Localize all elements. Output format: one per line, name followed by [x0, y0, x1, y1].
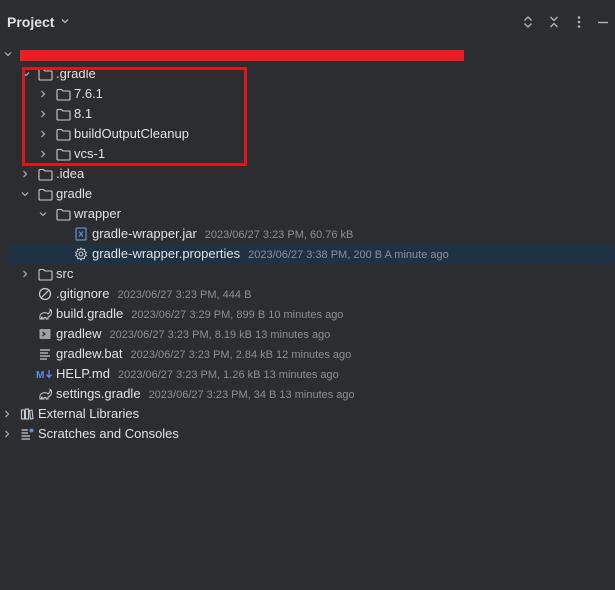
tool-window-header: Project [0, 0, 615, 46]
ignore-icon [37, 286, 53, 302]
tree-row-wrapper-jar[interactable]: gradle-wrapper.jar 2023/06/27 3:23 PM, 60… [0, 224, 615, 244]
tree-row-wrapper[interactable]: wrapper [0, 204, 615, 224]
chevron-down-icon[interactable] [2, 44, 14, 64]
tree-row-help-md[interactable]: M HELP.md 2023/06/27 3:23 PM, 1.26 kB 13 … [0, 364, 615, 384]
tree-row-scratches[interactable]: Scratches and Consoles [0, 424, 615, 444]
file-meta: 2023/06/27 3:38 PM, 200 B A minute ago [248, 249, 449, 261]
gradle-icon [37, 306, 53, 322]
folder-icon [37, 166, 53, 182]
tree-row-external-libraries[interactable]: External Libraries [0, 404, 615, 424]
tree-row-settings-gradle[interactable]: settings.gradle 2023/06/27 3:23 PM, 34 B … [0, 384, 615, 404]
chevron-right-icon[interactable] [1, 424, 13, 444]
chevron-down-icon[interactable] [37, 204, 49, 224]
tree-label: gradle-wrapper.jar [92, 226, 197, 241]
gradle-icon [37, 386, 53, 402]
file-meta: 2023/06/27 3:23 PM, 60.76 kB [204, 229, 354, 241]
file-meta: 2023/06/27 3:23 PM, 444 B [117, 289, 252, 301]
file-meta: 2023/06/27 3:23 PM, 34 B 13 minutes ago [148, 389, 355, 401]
tree-label: wrapper [74, 206, 121, 221]
redaction-bar [20, 50, 464, 61]
tree-label: External Libraries [38, 406, 140, 421]
library-icon [19, 406, 35, 422]
chevron-right-icon[interactable] [19, 264, 31, 284]
annotation-highlight-box [22, 67, 247, 166]
tree-label: settings.gradle [56, 386, 141, 401]
file-meta: 2023/06/27 3:29 PM, 899 B 10 minutes ago [131, 309, 344, 321]
file-meta: 2023/06/27 3:23 PM, 1.26 kB 13 minutes a… [117, 369, 339, 381]
tree-row-src[interactable]: src [0, 264, 615, 284]
jar-icon [73, 226, 89, 242]
file-meta: 2023/06/27 3:23 PM, 2.84 kB 12 minutes a… [130, 349, 352, 361]
gear-icon [73, 246, 89, 262]
tree-label: gradle [56, 186, 93, 201]
text-file-icon [37, 346, 53, 362]
chevron-down-icon[interactable] [19, 184, 31, 204]
tree-label: .idea [56, 166, 85, 181]
tree-label: Scratches and Consoles [38, 426, 179, 441]
tree-label: gradle-wrapper.properties [92, 246, 241, 261]
tree-label: HELP.md [56, 366, 110, 381]
tree-row-gradlew[interactable]: gradlew 2023/06/27 3:23 PM, 8.19 kB 13 mi… [0, 324, 615, 344]
tree-label: build.gradle [56, 306, 124, 321]
tree-row-gradle[interactable]: gradle [0, 184, 615, 204]
tree-row-gitignore[interactable]: .gitignore 2023/06/27 3:23 PM, 444 B [0, 284, 615, 304]
svg-text:M: M [36, 370, 44, 380]
tree-label: gradlew.bat [56, 346, 123, 361]
tree-label: src [56, 266, 74, 281]
folder-icon [55, 206, 71, 222]
chevron-down-icon [60, 16, 70, 29]
expand-collapse-icon[interactable] [520, 14, 536, 30]
tree-row-idea[interactable]: .idea [0, 164, 615, 184]
scratches-icon [19, 426, 35, 442]
project-view-selector[interactable]: Project [7, 14, 70, 30]
chevron-right-icon[interactable] [1, 404, 13, 424]
folder-icon [37, 186, 53, 202]
file-meta: 2023/06/27 3:23 PM, 8.19 kB 13 minutes a… [109, 329, 331, 341]
tree-row-wrapper-properties[interactable]: gradle-wrapper.properties 2023/06/27 3:38… [8, 244, 615, 264]
tree-row-build-gradle[interactable]: build.gradle 2023/06/27 3:29 PM, 899 B 10… [0, 304, 615, 324]
tree-label: gradlew [56, 326, 102, 341]
more-options-icon[interactable] [571, 14, 587, 30]
tree-label: .gitignore [56, 286, 110, 301]
chevron-right-icon[interactable] [19, 164, 31, 184]
markdown-icon: M [36, 366, 54, 382]
minimize-icon[interactable] [595, 14, 611, 30]
collapse-all-icon[interactable] [546, 14, 562, 30]
header-title: Project [7, 14, 55, 30]
tree-row-gradlew-bat[interactable]: gradlew.bat 2023/06/27 3:23 PM, 2.84 kB 1… [0, 344, 615, 364]
terminal-icon [37, 326, 53, 342]
folder-icon [37, 266, 53, 282]
project-tool-window: Project .gradle 7.6.1 8.1 buildOutputCle… [0, 0, 615, 590]
